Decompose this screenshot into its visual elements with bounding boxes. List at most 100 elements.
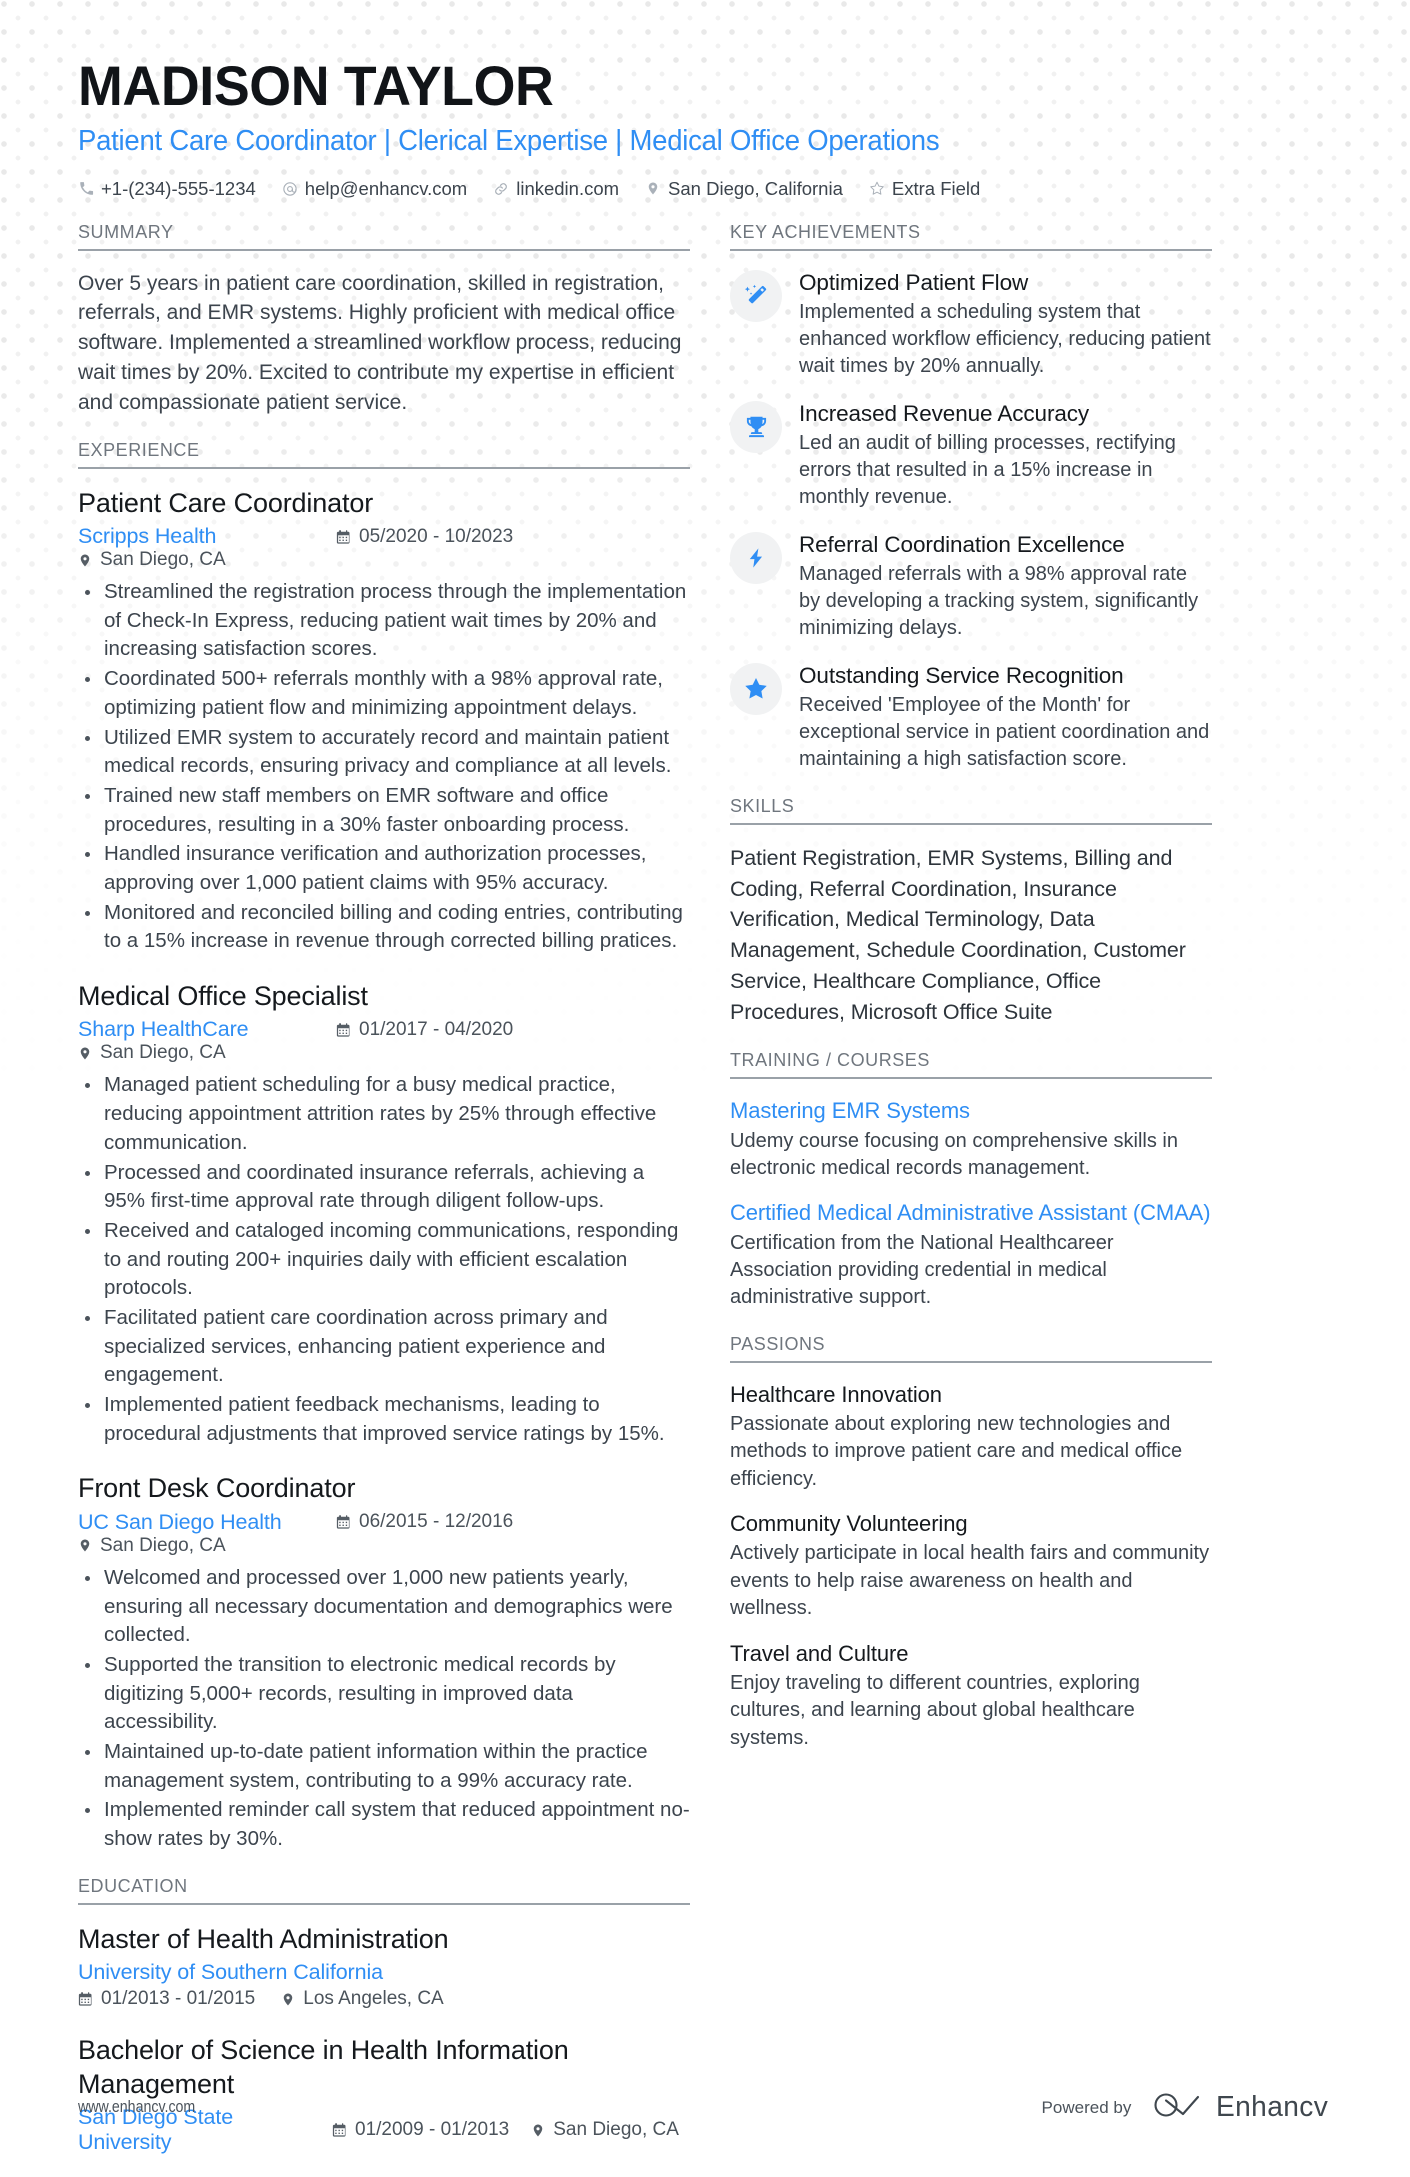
summary-heading: SUMMARY [78,222,690,251]
training-item: Certified Medical Administrative Assista… [730,1199,1212,1311]
passion-description: Actively participate in local health fai… [730,1542,1210,1620]
education-heading: EDUCATION [78,1876,690,1905]
achievement-description: Led an audit of billing processes, recti… [799,431,1176,509]
job-meta: Sharp HealthCare 01/2017 - 04/2020 San Die… [78,1017,690,1064]
resume-page: MADISON TAYLOR Patient Care Coordinator … [0,0,1410,2177]
location-pin-icon [78,1537,92,1554]
passion-description: Enjoy traveling to different countries, … [730,1671,1140,1749]
contact-row: +1-(234)-555-1234 help@enhancv.com linkedi… [78,178,1334,200]
passion-description: Passionate about exploring new technolog… [730,1413,1183,1490]
phone-icon [78,180,94,197]
section-passions: PASSIONS Healthcare Innovation Passionate… [730,1334,1212,1752]
job-location-text: San Diego, CA [100,1042,226,1064]
passions-list: Healthcare Innovation Passionate about ex… [730,1381,1212,1752]
job-dates: 06/2015 - 12/2016 [336,1511,540,1533]
achievement-icon-badge [730,400,782,453]
achievement-title: Optimized Patient Flow [799,269,1029,295]
job-location-text: San Diego, CA [100,1534,226,1556]
key-achievement-item: Outstanding Service Recognition Received … [730,662,1212,774]
company-name[interactable]: Scripps Health [78,524,310,549]
contact-item-location-pin[interactable]: San Diego, California [645,178,843,200]
contact-text: help@enhancv.com [304,177,468,199]
job-bullet: Maintained up-to-date patient informatio… [78,1738,690,1795]
job-bullet: Processed and coordinated insurance refe… [78,1159,690,1216]
company-name[interactable]: UC San Diego Health [78,1510,310,1535]
school-name[interactable]: University of Southern California [78,1960,383,1984]
achievement-body: Optimized Patient Flow Implemented a sche… [799,269,1212,381]
powered-by-block: Powered by Enhancv [1042,2090,1332,2125]
job-location: San Diego, CA [78,1535,226,1557]
location-pin-icon [281,1991,295,2008]
job-title: Patient Care Coordinator [78,487,374,518]
section-skills: SKILLS Patient Registration, EMR Systems… [730,796,1212,1029]
email-icon [282,180,298,197]
skills-text: Patient Registration, EMR Systems, Billi… [730,845,1186,1025]
achievement-description: Received 'Employee of the Month' for exc… [799,693,1210,771]
job-bullet: Trained new staff members on EMR softwar… [78,782,690,839]
job-dates-text: 05/2020 - 10/2023 [359,525,514,547]
job-title: Front Desk Coordinator [78,1473,356,1504]
achievement-icon-badge [730,662,782,715]
calendar-icon [336,1514,351,1530]
achievement-body: Outstanding Service Recognition Received … [799,662,1212,774]
contact-item-star-outline[interactable]: Extra Field [869,178,980,200]
job-bullet-list: Welcomed and processed over 1,000 new pa… [78,1564,690,1854]
job-dates: 01/2017 - 04/2020 [336,1019,540,1041]
section-key-achievements: KEY ACHIEVEMENTS Optimized Patient Flow I… [730,222,1212,774]
achievement-description: Implemented a scheduling system that enh… [799,300,1211,378]
contact-item-email[interactable]: help@enhancv.com [282,178,467,200]
job-bullet: Welcomed and processed over 1,000 new pa… [78,1564,690,1650]
job-bullet: Handled insurance verification and autho… [78,840,690,897]
education-dates-text: 01/2013 - 01/2015 [101,1988,256,2010]
achievement-body: Increased Revenue Accuracy Led an audit o… [799,400,1212,512]
job-meta: UC San Diego Health 06/2015 - 12/2016 San … [78,1510,690,1557]
location-pin-icon [645,180,661,197]
education-location: Los Angeles, CA [281,1988,444,2010]
achievement-title: Increased Revenue Accuracy [799,400,1090,426]
training-title[interactable]: Certified Medical Administrative Assista… [730,1199,1212,1226]
job-bullet: Coordinated 500+ referrals monthly with … [78,665,690,722]
link-icon [493,180,509,197]
star-outline-icon [869,180,885,197]
passion-title: Community Volunteering [730,1511,968,1537]
achievement-icon-badge [730,531,782,584]
passions-heading: PASSIONS [730,1334,1212,1363]
degree-title: Master of Health Administration [78,1923,449,1954]
achievement-icon-badge [730,269,782,322]
job-bullet: Monitored and reconciled billing and cod… [78,899,690,956]
passion-item: Healthcare Innovation Passionate about ex… [730,1381,1212,1493]
contact-item-phone[interactable]: +1-(234)-555-1234 [78,178,256,200]
training-title[interactable]: Mastering EMR Systems [730,1097,1212,1124]
enhancv-brand: Enhancv [1153,2090,1332,2125]
job-bullet: Streamlined the registration process thr… [78,578,690,664]
footer-website-url[interactable]: www.enhancv.com [78,2098,195,2117]
company-name[interactable]: Sharp HealthCare [78,1017,310,1042]
right-column: KEY ACHIEVEMENTS Optimized Patient Flow I… [730,222,1212,1775]
job-bullet: Supported the transition to electronic m… [78,1651,690,1737]
calendar-icon [336,529,351,545]
job-location: San Diego, CA [78,1042,226,1064]
job-bullet: Implemented reminder call system that re… [78,1796,690,1853]
skills-heading: SKILLS [730,796,1212,825]
job-bullet-list: Streamlined the registration process thr… [78,578,690,956]
job-bullet-list: Managed patient scheduling for a busy me… [78,1071,690,1448]
experience-entry: Front Desk Coordinator UC San Diego Healt… [78,1472,690,1853]
achievement-title: Outstanding Service Recognition [799,662,1124,688]
resume-footer: www.enhancv.com Powered by Enhancv [0,2090,1410,2125]
contact-item-link[interactable]: linkedin.com [493,178,619,200]
passion-item: Travel and Culture Enjoy traveling to dif… [730,1640,1212,1752]
education-meta: University of Southern California 01/2013… [78,1960,690,2010]
job-location-text: San Diego, CA [100,549,226,571]
passion-item: Community Volunteering Actively participa… [730,1510,1212,1622]
contact-text: +1-(234)-555-1234 [101,177,256,199]
job-meta: Scripps Health 05/2020 - 10/2023 San Diego… [78,524,690,571]
training-description: Udemy course focusing on comprehensive s… [730,1129,1178,1179]
job-dates: 05/2020 - 10/2023 [336,526,540,548]
training-description: Certification from the National Healthca… [730,1231,1114,1309]
candidate-headline: Patient Care Coordinator | Clerical Expe… [78,125,940,158]
achievement-title: Referral Coordination Excellence [799,531,1125,557]
education-meta-line: 01/2013 - 01/2015 Los Angeles, CA [78,1988,690,2010]
job-location: San Diego, CA [78,549,226,571]
education-entry: Master of Health Administration Universit… [78,1923,690,2010]
contact-text: linkedin.com [516,177,620,199]
